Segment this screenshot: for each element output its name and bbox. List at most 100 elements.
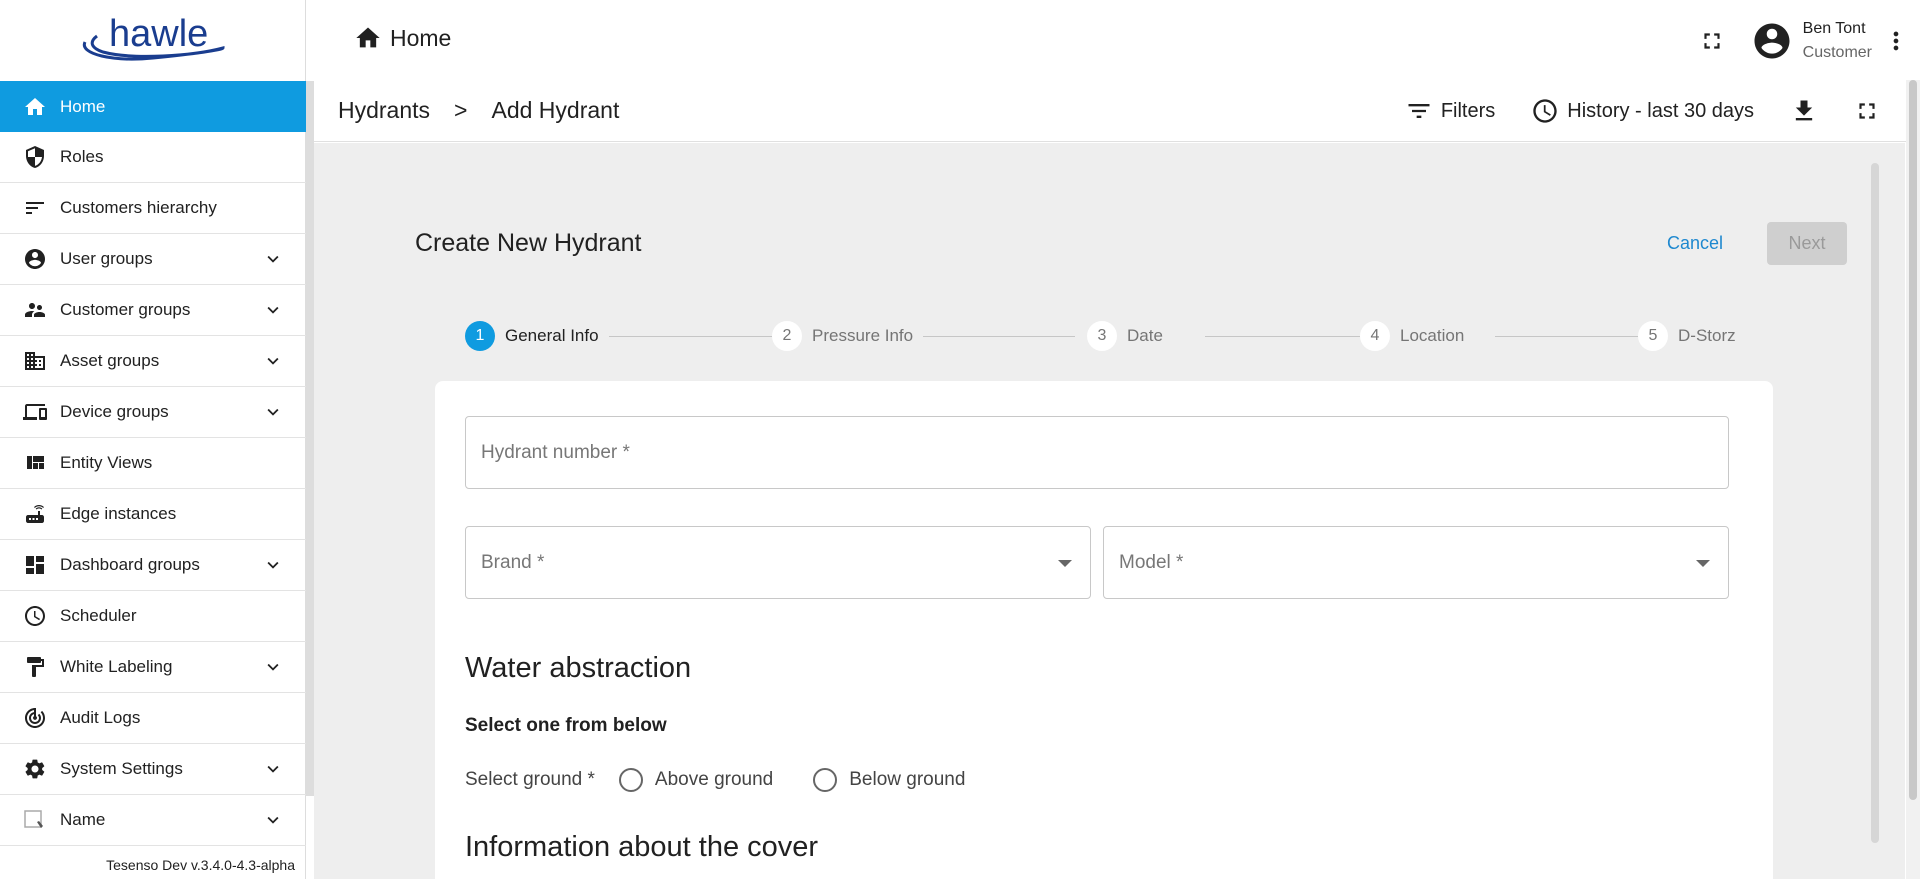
sidebar-item-edge-instances[interactable]: Edge instances [0,489,306,540]
more-vert-icon[interactable] [1882,27,1910,55]
cover-info-heading: Information about the cover [465,831,819,863]
step-label: General Info [505,326,599,345]
sidebar-item-label: Device groups [60,402,169,421]
step-number: 1 [465,321,495,351]
ground-radio-group: Select ground * Above ground Below groun… [465,768,965,792]
radio-label: Below ground [849,769,966,790]
sidebar-item-name[interactable]: Name [0,795,306,846]
breadcrumb-add-hydrant: Add Hydrant [491,97,620,123]
avatar[interactable] [1751,20,1793,62]
sidebar-item-system-settings[interactable]: System Settings [0,744,306,795]
devices-icon [22,399,48,425]
sidebar-item-label: Asset groups [60,351,160,370]
model-placeholder: Model * [1119,551,1184,573]
sidebar-item-label: Dashboard groups [60,555,200,574]
sidebar-item-customers-hierarchy[interactable]: Customers hierarchy [0,183,306,234]
step-label: D-Storz [1678,326,1736,345]
sidebar-menu: Home Roles Customers hierarchy User grou… [0,81,306,846]
fullscreen-icon [1859,103,1875,119]
history-label: History - last 30 days [1567,99,1754,122]
shield-icon [22,144,48,170]
chevron-down-icon[interactable] [262,401,284,423]
chevron-down-icon[interactable] [262,554,284,576]
sidebar-item-asset-groups[interactable]: Asset groups [0,336,306,387]
user-info[interactable]: Ben Tont Customer [1803,17,1872,65]
supervisor-icon [22,297,48,323]
sidebar-item-audit-logs[interactable]: Audit Logs [0,693,306,744]
dashboard-icon [22,552,48,578]
breadcrumb: Hydrants > Add Hydrant [338,97,619,124]
step-number: 3 [1087,321,1117,351]
sidebar-item-label: Customer groups [60,300,191,319]
radio-above-ground[interactable]: Above ground [618,768,774,792]
dropdown-arrow-icon [1058,560,1072,567]
step-date[interactable]: 3 Date [1087,321,1173,351]
model-select[interactable]: Model * [1103,526,1729,599]
step-label: Location [1400,326,1465,345]
sidebar-item-scheduler[interactable]: Scheduler [0,591,306,642]
page-scrollbar-thumb[interactable] [1909,80,1917,800]
chevron-down-icon[interactable] [262,656,284,678]
sidebar-item-customer-groups[interactable]: Customer groups [0,285,306,336]
top-bar: Home Ben Tont Customer [314,0,1920,80]
step-d-storz[interactable]: 5 D-Storz [1638,321,1746,351]
version-label: Tesenso Dev v.3.4.0-4.3-alpha [106,857,295,873]
brand-placeholder: Brand * [481,551,545,573]
radio-circle[interactable] [813,768,838,792]
form-card: Hydrant number * Brand * Model * Water a… [435,381,1773,879]
radio-label: Above ground [654,769,774,790]
step-general-info[interactable]: 1 General Info [465,321,609,351]
breadcrumb-hydrants[interactable]: Hydrants [338,97,430,124]
stepper: 1 General Info 2 Pressure Info 3 Date 4 … [465,321,1755,355]
schedule-icon [22,603,48,629]
next-button[interactable]: Next [1767,222,1847,265]
sidebar-item-white-labeling[interactable]: White Labeling [0,642,306,693]
format-paint-icon [22,654,48,680]
domain-icon [22,348,48,374]
sidebar-scrollbar[interactable] [306,81,314,796]
ground-label: Select ground * [465,769,595,790]
logo[interactable]: hawle [0,0,305,80]
sidebar-item-label: Customers hierarchy [60,198,217,217]
cancel-button[interactable]: Cancel [1667,233,1723,254]
radio-below-ground[interactable]: Below ground [813,768,965,792]
breadcrumb-separator: > [454,97,468,123]
hydrant-number-field[interactable]: Hydrant number * [465,416,1729,489]
step-location[interactable]: 4 Location [1360,321,1475,351]
sidebar-item-user-groups[interactable]: User groups [0,234,306,285]
sidebar-item-label: Entity Views [60,453,153,472]
download-button[interactable] [1790,97,1818,125]
chevron-down-icon[interactable] [262,758,284,780]
page-scrollbar[interactable] [1906,80,1920,879]
chevron-down-icon[interactable] [262,299,284,321]
page-title-text: Home [390,24,452,51]
step-connector [605,336,775,337]
content-scrollbar[interactable] [1871,163,1879,843]
view-quilt-icon [22,450,48,476]
filters-button[interactable]: Filters [1405,97,1495,125]
radio-circle[interactable] [618,768,643,792]
sidebar-item-home[interactable]: Home [0,81,306,132]
router-icon [22,501,48,527]
history-button[interactable]: History - last 30 days [1531,97,1754,125]
brand-select[interactable]: Brand * [465,526,1091,599]
sidebar-item-label: Scheduler [60,606,137,625]
sidebar-item-entity-views[interactable]: Entity Views [0,438,306,489]
sidebar: hawle Home Roles Customers hierarchy Use… [0,0,306,879]
page-title: Home [354,24,451,52]
step-connector [1205,336,1365,337]
fullscreen-icon[interactable] [1699,28,1725,54]
sidebar-item-roles[interactable]: Roles [0,132,306,183]
step-pressure-info[interactable]: 2 Pressure Info [772,321,924,351]
dashboard-toolbar: Hydrants > Add Hydrant Filters History -… [314,80,1920,142]
sidebar-item-dashboard-groups[interactable]: Dashboard groups [0,540,306,591]
dashboard-fullscreen-button[interactable] [1854,98,1880,124]
sidebar-item-device-groups[interactable]: Device groups [0,387,306,438]
chevron-down-icon[interactable] [262,350,284,372]
chevron-down-icon[interactable] [262,809,284,831]
filters-label: Filters [1440,99,1496,122]
dropdown-arrow-icon [1696,560,1710,567]
chevron-down-icon[interactable] [262,248,284,270]
home-icon [22,94,48,120]
step-label: Pressure Info [812,326,914,345]
